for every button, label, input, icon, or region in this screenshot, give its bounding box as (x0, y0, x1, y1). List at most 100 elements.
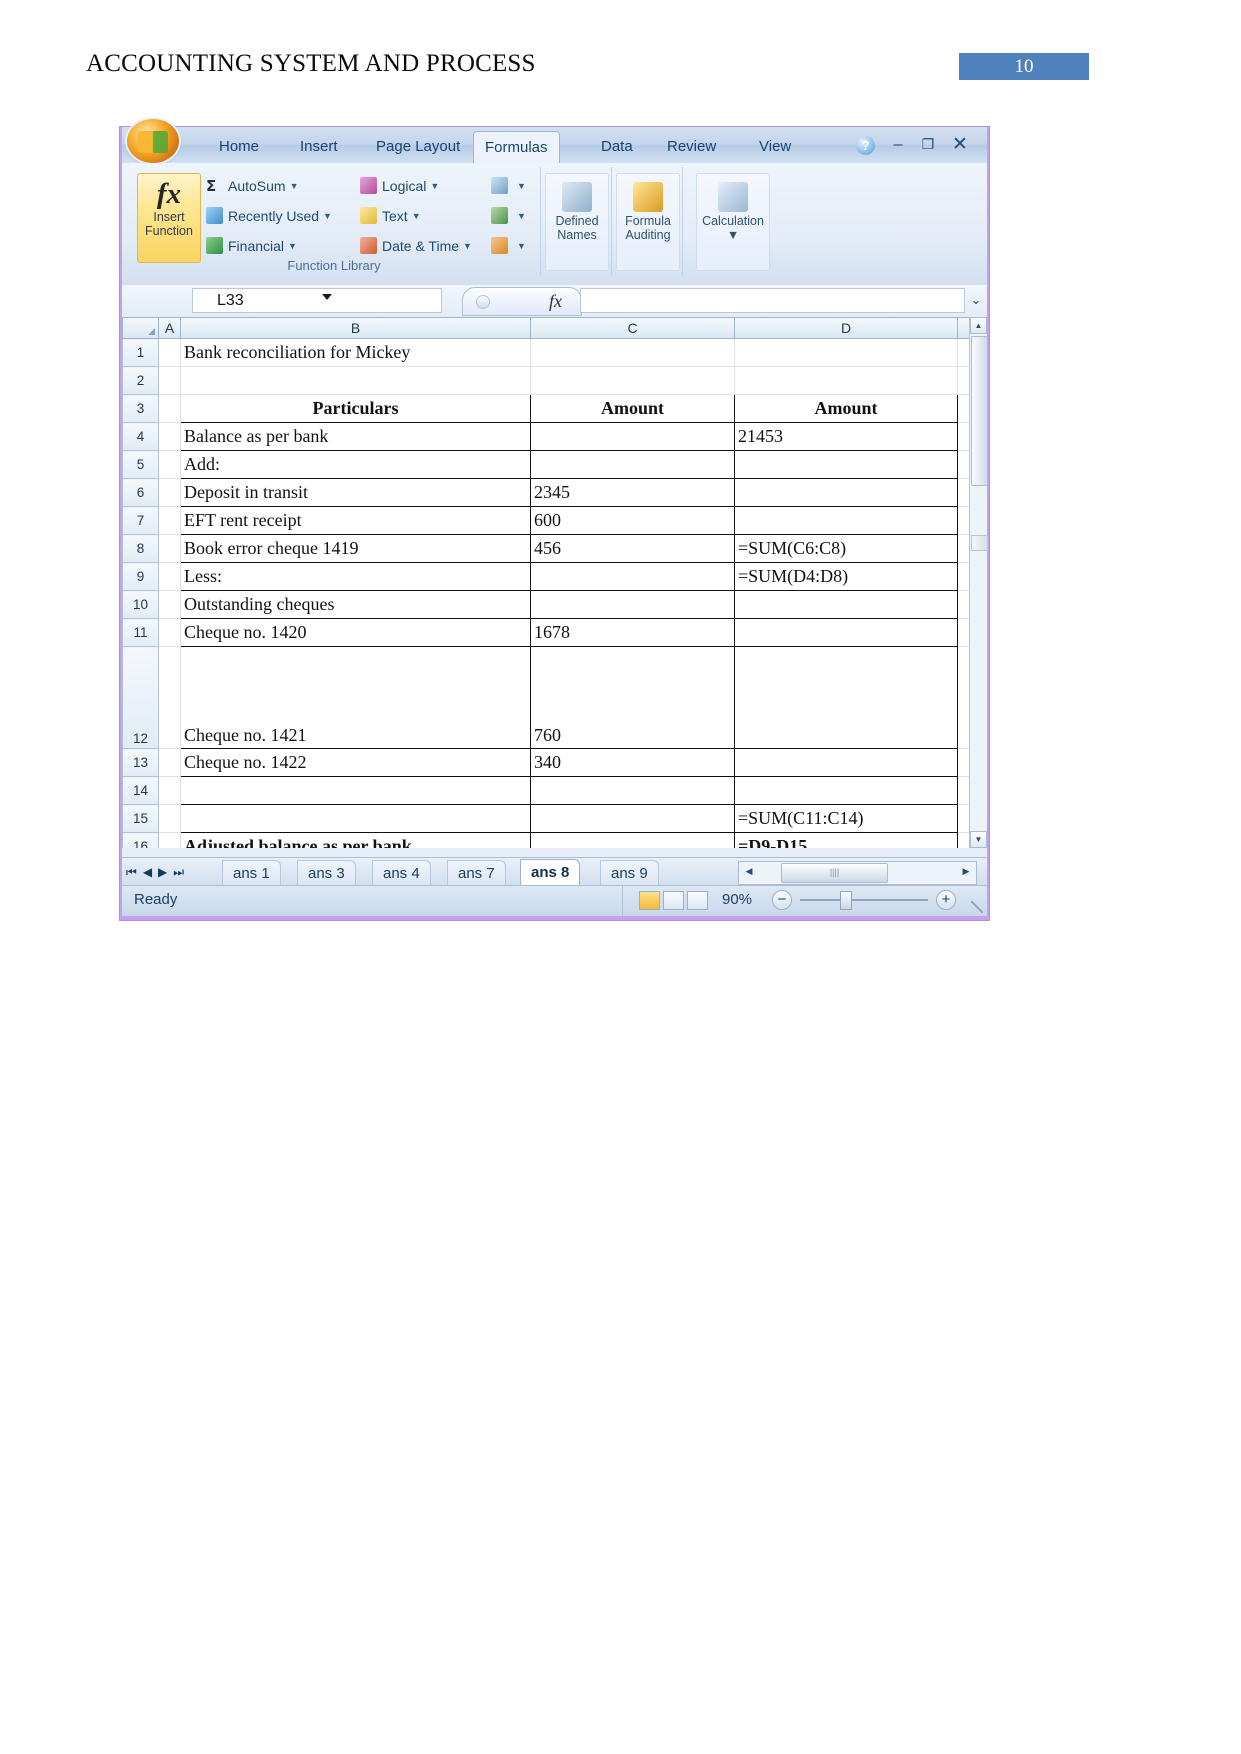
vertical-scrollbar[interactable]: ▲ ▼ (969, 317, 988, 848)
cell-d6[interactable] (734, 478, 958, 507)
cell-a5[interactable] (158, 450, 181, 479)
tab-data[interactable]: Data (590, 133, 644, 161)
column-header-a[interactable]: A (158, 318, 181, 339)
zoom-slider-thumb[interactable] (840, 891, 852, 910)
cell-a14[interactable] (158, 776, 181, 805)
cell-c3[interactable]: Amount (530, 394, 735, 423)
resize-grip-icon[interactable] (971, 901, 983, 913)
row-header-2[interactable]: 2 (122, 366, 159, 395)
row-header-15[interactable]: 15 (122, 804, 159, 833)
cell-a13[interactable] (158, 748, 181, 777)
tab-insert[interactable]: Insert (289, 133, 349, 161)
formula-input[interactable] (580, 288, 965, 313)
calculation-dropdown-caret[interactable]: ▼ (697, 228, 769, 242)
row-header-9[interactable]: 9 (122, 562, 159, 591)
tab-page-layout[interactable]: Page Layout (365, 133, 471, 161)
formula-auditing-button[interactable]: Formula Auditing (616, 173, 680, 271)
cell-b6[interactable]: Deposit in transit (180, 478, 531, 507)
cell-c5[interactable] (530, 450, 735, 479)
cell-b7[interactable]: EFT rent receipt (180, 506, 531, 535)
cell-a3[interactable] (158, 394, 181, 423)
expand-formula-bar-icon[interactable]: ⌄ (967, 289, 985, 313)
cell-d3[interactable]: Amount (734, 394, 958, 423)
cell-b4[interactable]: Balance as per bank (180, 422, 531, 451)
cell-b1[interactable]: Bank reconciliation for Mickey (180, 338, 531, 367)
cell-d8[interactable]: =SUM(C6:C8) (734, 534, 958, 563)
lookup-reference-button[interactable]: ▼ (491, 173, 526, 199)
cell-c11[interactable]: 1678 (530, 618, 735, 647)
cell-a8[interactable] (158, 534, 181, 563)
name-box[interactable]: L33 (192, 288, 442, 313)
cell-a12[interactable] (158, 646, 181, 749)
cell-c1[interactable] (530, 338, 735, 367)
row-header-13[interactable]: 13 (122, 748, 159, 777)
cell-c13[interactable]: 340 (530, 748, 735, 777)
insert-function-button[interactable]: fx Insert Function (137, 173, 201, 263)
row-header-1[interactable]: 1 (122, 338, 159, 367)
cell-b14[interactable] (180, 776, 531, 805)
cell-b15[interactable] (180, 804, 531, 833)
next-sheet-icon[interactable]: ▶ (158, 865, 173, 879)
column-header-d[interactable]: D (734, 318, 958, 339)
autosum-button[interactable]: Σ AutoSum ▼ (206, 173, 299, 199)
cell-a15[interactable] (158, 804, 181, 833)
cell-c10[interactable] (530, 590, 735, 619)
cell-b8[interactable]: Book error cheque 1419 (180, 534, 531, 563)
math-trig-button[interactable]: ▼ (491, 203, 526, 229)
sheet-tab-ans-9[interactable]: ans 9 (600, 860, 659, 886)
cell-d9[interactable]: =SUM(D4:D8) (734, 562, 958, 591)
row-header-8[interactable]: 8 (122, 534, 159, 563)
tab-formulas[interactable]: Formulas (473, 131, 560, 164)
cell-c12[interactable]: 760 (530, 646, 735, 749)
cell-c4[interactable] (530, 422, 735, 451)
cell-a6[interactable] (158, 478, 181, 507)
cell-d5[interactable] (734, 450, 958, 479)
sheet-tab-ans-4[interactable]: ans 4 (372, 860, 431, 886)
date-time-button[interactable]: Date & Time ▼ (360, 233, 472, 259)
cell-c9[interactable] (530, 562, 735, 591)
more-functions-button[interactable]: ▼ (491, 233, 526, 259)
select-all-corner[interactable] (122, 318, 159, 339)
cell-b2[interactable] (180, 366, 531, 395)
spreadsheet-grid[interactable]: A B C D 1 Bank reconciliation for Mickey… (122, 317, 987, 848)
row-header-7[interactable]: 7 (122, 506, 159, 535)
last-sheet-icon[interactable]: ⏭ (173, 865, 190, 879)
insert-function-fx-button[interactable]: fx (462, 287, 582, 316)
cell-c14[interactable] (530, 776, 735, 805)
cell-a1[interactable] (158, 338, 181, 367)
cell-d7[interactable] (734, 506, 958, 535)
cell-b9[interactable]: Less: (180, 562, 531, 591)
row-header-6[interactable]: 6 (122, 478, 159, 507)
cell-a11[interactable] (158, 618, 181, 647)
cell-a2[interactable] (158, 366, 181, 395)
vertical-scroll-thumb[interactable] (971, 336, 988, 486)
row-header-3[interactable]: 3 (122, 394, 159, 423)
financial-button[interactable]: Financial ▼ (206, 233, 297, 259)
name-box-dropdown-icon[interactable] (322, 294, 332, 300)
cell-c2[interactable] (530, 366, 735, 395)
sheet-tab-ans-1[interactable]: ans 1 (222, 860, 281, 886)
tab-review[interactable]: Review (656, 133, 727, 161)
horizontal-scroll-thumb[interactable]: |||| (781, 863, 888, 883)
cell-d1[interactable] (734, 338, 958, 367)
cell-c8[interactable]: 456 (530, 534, 735, 563)
cell-c15[interactable] (530, 804, 735, 833)
sheet-tab-ans-8[interactable]: ans 8 (520, 859, 581, 887)
zoom-slider-track[interactable] (800, 899, 928, 901)
row-header-14[interactable]: 14 (122, 776, 159, 805)
cell-a10[interactable] (158, 590, 181, 619)
close-icon[interactable]: ✕ (949, 135, 971, 155)
cell-a4[interactable] (158, 422, 181, 451)
cell-d14[interactable] (734, 776, 958, 805)
cell-b3[interactable]: Particulars (180, 394, 531, 423)
row-header-10[interactable]: 10 (122, 590, 159, 619)
recently-used-button[interactable]: Recently Used ▼ (206, 203, 332, 229)
maximize-icon[interactable]: ❐ (917, 135, 939, 155)
defined-names-button[interactable]: Defined Names (545, 173, 609, 271)
cell-c6[interactable]: 2345 (530, 478, 735, 507)
cell-b10[interactable]: Outstanding cheques (180, 590, 531, 619)
scroll-right-icon[interactable]: ▶ (958, 863, 974, 881)
cell-c7[interactable]: 600 (530, 506, 735, 535)
cell-b11[interactable]: Cheque no. 1420 (180, 618, 531, 647)
cell-b12[interactable]: Cheque no. 1421 (180, 646, 531, 749)
